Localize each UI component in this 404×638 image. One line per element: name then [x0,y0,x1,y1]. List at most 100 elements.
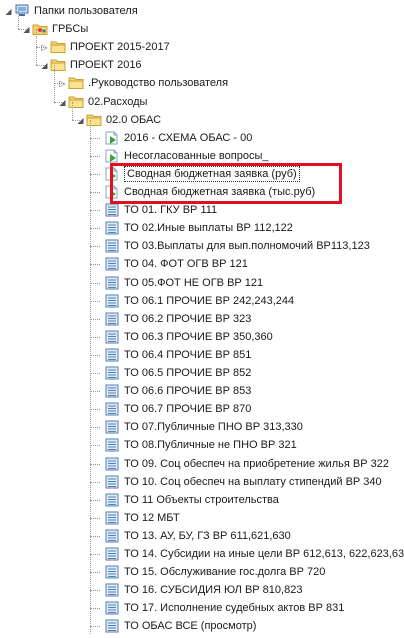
tree-node[interactable]: ТО 11 Объекты строительства [0,492,404,508]
tree-connector-line [90,518,100,519]
tree-connector-line [90,174,100,175]
tree-node-label: ТО 11 Объекты строительства [124,494,279,506]
tree-node-label: ПРОЕКТ 2016 [70,59,142,71]
tree-node[interactable]: ТО 12 МБТ [0,510,404,526]
tree-node[interactable]: ▷ ПРОЕКТ 2015-2017 [0,39,404,55]
tree-node[interactable]: ТО 16. СУБСИДИЯ ЮЛ ВР 810,823 [0,582,404,598]
tree-connector-line [90,590,100,591]
tree-node-label: ТО ОБАС ВСЕ (просмотр) [124,620,257,632]
tree-node[interactable]: ТО 05.ФОТ НЕ ОГВ ВР 121 [0,275,404,291]
tree-node[interactable]: 2016 - СХЕМА ОБАС - 00 [0,130,404,146]
collapse-arrow-icon[interactable]: ◢ [22,25,31,34]
tree-node[interactable]: ТО 04. ФОТ ОГВ ВР 121 [0,256,404,272]
tree-node-label: ТО 04. ФОТ ОГВ ВР 121 [124,258,248,270]
tree-node[interactable]: ТО 06.4 ПРОЧИЕ ВР 851 [0,347,404,363]
tree-connector-line [90,337,100,338]
folder-tree: ◢ Папки пользователя ◢ ГРБСы ▷ ПРОЕКТ 2015-20… [0,0,404,634]
tree-node-label: ТО 13. АУ, БУ, ГЗ ВР 611,621,630 [124,530,291,542]
form-icon [104,601,120,615]
form-icon [104,565,120,579]
tree-node-label: .Руководство пользователя [88,77,229,89]
tree-node[interactable]: ТО 15. Обслуживание гос.долга ВР 720 [0,564,404,580]
tree-node[interactable]: ТО 06.5 ПРОЧИЕ ВР 852 [0,365,404,381]
tree-node[interactable]: ◢ 02.0 ОБАС [0,112,404,128]
tree-node[interactable]: ▷ .Руководство пользователя [0,75,404,91]
tree-node-label: ТО 12 МБТ [124,512,180,524]
tree-node[interactable]: ТО 14. Субсидии на иные цели ВР 612,613,… [0,546,404,562]
tree-node[interactable]: ТО 09. Соц обеспеч на приобретение жилья… [0,456,404,472]
tree-node-label: ПРОЕКТ 2015-2017 [70,41,170,53]
tree-node-label: ТО 03.Выплаты для вып.полномочий ВР113,1… [124,240,370,252]
tree-node[interactable]: Сводная бюджетная заявка (руб) [0,166,404,182]
tree-connector-line [90,319,100,320]
tree-guide-line [18,11,19,29]
tree-connector-line [90,264,100,265]
tree-node[interactable]: ◢ ГРБСы [0,21,404,37]
tree-node-label: ТО 06.5 ПРОЧИЕ ВР 852 [124,367,252,379]
tree-node[interactable]: ◢ ПРОЕКТ 2016 [0,57,404,73]
collapse-arrow-icon[interactable]: ◢ [58,98,67,107]
tree-connector-line [90,464,100,465]
tree-connector-line [90,536,100,537]
report-icon [104,131,120,145]
tree-node[interactable]: ТО 03.Выплаты для вып.полномочий ВР113,1… [0,238,404,254]
tree-connector-line [90,355,100,356]
tree-node-label: Сводная бюджетная заявка (тыс.руб) [124,186,316,198]
form-icon [104,619,120,633]
tree-node[interactable]: ТО ОБАС ВСЕ (просмотр) [0,618,404,634]
tree-connector-line [90,228,100,229]
form-icon [104,384,120,398]
tree-node-label: ТО 09. Соц обеспеч на приобретение жилья… [124,458,389,470]
tree-node[interactable]: ТО 01. ГКУ ВР 111 [0,202,404,218]
group-folder-icon [32,22,48,36]
tree-node[interactable]: ТО 17. Исполнение судебных актов ВР 831 [0,600,404,616]
tree-connector-line [90,554,100,555]
tree-node[interactable]: ◢ 02.Расходы [0,94,404,110]
tree-node[interactable]: ТО 06.3 ПРОЧИЕ ВР 350,360 [0,329,404,345]
expand-arrow-icon[interactable]: ▷ [58,79,67,88]
form-icon [104,547,120,561]
tree-node[interactable]: ТО 06.6 ПРОЧИЕ ВР 853 [0,383,404,399]
tree-node[interactable]: ТО 02.Иные выплаты ВР 112,122 [0,220,404,236]
form-icon [104,420,120,434]
form-icon [104,438,120,452]
tree-node-label: ТО 07.Публичные ПНО ВР 313,330 [124,421,303,433]
tree-node[interactable]: ТО 06.1 ПРОЧИЕ ВР 242,243,244 [0,293,404,309]
tree-node-label: ТО 16. СУБСИДИЯ ЮЛ ВР 810,823 [124,584,303,596]
tree-node-label: ТО 02.Иные выплаты ВР 112,122 [124,222,293,234]
form-icon [104,366,120,380]
form-icon [104,257,120,271]
collapse-arrow-icon[interactable]: ◢ [40,61,49,70]
folder-icon [50,58,66,72]
tree-node[interactable]: ТО 13. АУ, БУ, ГЗ ВР 611,621,630 [0,528,404,544]
tree-node[interactable]: Сводная бюджетная заявка (тыс.руб) [0,184,404,200]
collapse-arrow-icon[interactable]: ◢ [76,116,85,125]
tree-node[interactable]: ТО 07.Публичные ПНО ВР 313,330 [0,419,404,435]
tree-node-label: ТО 08.Публичные не ПНО ВР 321 [124,439,297,451]
tree-connector-line [90,427,100,428]
tree-node[interactable]: ТО 06.7 ПРОЧИЕ ВР 870 [0,401,404,417]
form-icon [104,221,120,235]
tree-node-label: ТО 01. ГКУ ВР 111 [124,204,218,216]
collapse-arrow-icon[interactable]: ◢ [4,7,13,16]
tree-guide-line [54,65,55,102]
tree-node[interactable]: ◢ Папки пользователя [0,3,404,19]
form-icon [104,276,120,290]
tree-node-label: Сводная бюджетная заявка (руб) [124,166,300,182]
tree-node-label: 02.Расходы [88,96,148,108]
tree-node[interactable]: ТО 06.2 ПРОЧИЕ ВР 323 [0,311,404,327]
tree-guide-line [90,120,91,634]
tree-node[interactable]: ТО 10. Соц обеспеч на выплату стипендий … [0,474,404,490]
tree-node-label: ТО 06.1 ПРОЧИЕ ВР 242,243,244 [124,295,295,307]
tree-connector-line [90,391,100,392]
tree-node[interactable]: Несогласованные вопросы_ [0,148,404,164]
tree-connector-line [90,608,100,609]
tree-node-label: ТО 06.7 ПРОЧИЕ ВР 870 [124,403,252,415]
tree-node[interactable]: ТО 08.Публичные не ПНО ВР 321 [0,437,404,453]
expand-arrow-icon[interactable]: ▷ [40,43,49,52]
form-icon [104,475,120,489]
folder-icon [68,95,84,109]
report-icon [104,167,120,181]
form-icon [104,239,120,253]
tree-connector-line [90,301,100,302]
